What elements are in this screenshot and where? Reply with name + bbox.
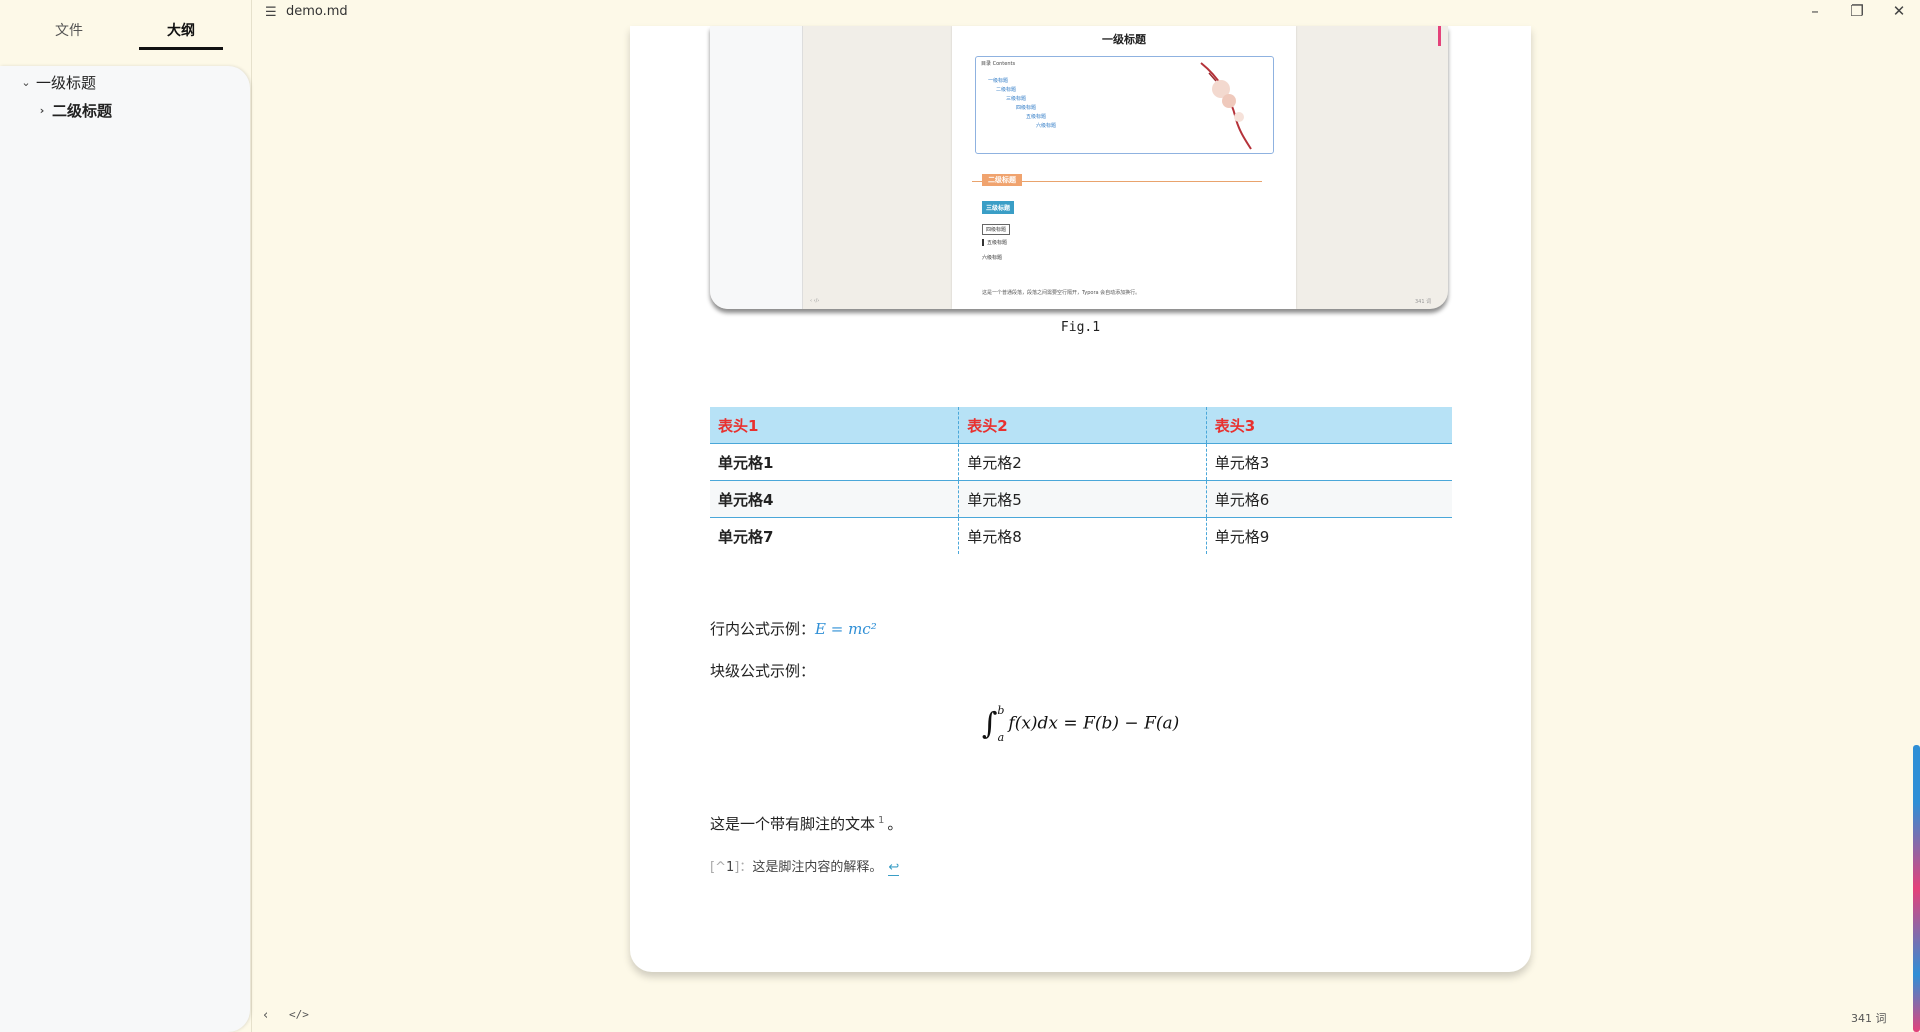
editor-page[interactable]: 一级标题 目录 Contents 一级标题 二级标题 三级标题 四级标题 五级标… <box>630 26 1531 972</box>
figure-caption: Fig.1 <box>1060 320 1101 335</box>
figure-h1: 一级标题 <box>1102 33 1146 46</box>
maximize-button[interactable]: ❐ <box>1845 2 1869 20</box>
figure-h3: 三级标题 <box>982 201 1015 214</box>
block-formula[interactable]: ∫ b a f(x)dx = F(b) − F(a) <box>630 704 1531 744</box>
figure-status-right: 341 词 <box>1415 299 1432 305</box>
table-header-cell[interactable]: 表头1 <box>710 407 959 444</box>
minimize-button[interactable]: – <box>1803 2 1827 20</box>
footnote-text: 这是一个带有脚注的文本 <box>710 815 876 833</box>
footnote-reference[interactable]: 1 <box>878 815 884 826</box>
footnote-definition[interactable]: [^1]：这是脚注内容的解释。 ↩ <box>710 856 900 876</box>
figure-sidebar <box>710 26 803 309</box>
figure-scroll-indicator <box>1438 26 1441 46</box>
figure-h4: 四级标题 <box>982 224 1011 235</box>
tab-outline[interactable]: 大纲 <box>139 20 223 40</box>
figure-h6: 六级标题 <box>982 255 1003 261</box>
figure-toc: 目录 Contents 一级标题 二级标题 三级标题 四级标题 五级标题 六级标… <box>975 56 1274 154</box>
table-header-cell[interactable]: 表头3 <box>1205 407 1452 444</box>
table-cell[interactable]: 单元格6 <box>1205 480 1452 518</box>
inline-formula-label: 行内公式示例： <box>710 620 816 638</box>
outline-item-h1[interactable]: ⌄ 一级标题 <box>20 72 96 93</box>
data-table[interactable]: 表头1 表头2 表头3 单元格1 单元格2 单元格3 单元格4 单元格5 单元格… <box>710 407 1452 554</box>
footnote-punctuation: 。 <box>887 815 903 833</box>
figure-h2: 二级标题 <box>982 174 1022 186</box>
figure-toc-item: 二级标题 <box>996 87 1017 93</box>
outline-item-label: 一级标题 <box>36 74 97 92</box>
table-header-row: 表头1 表头2 表头3 <box>710 407 1452 444</box>
embedded-screenshot: 一级标题 目录 Contents 一级标题 二级标题 三级标题 四级标题 五级标… <box>710 26 1448 309</box>
word-count[interactable]: 341 词 <box>1851 1010 1887 1026</box>
footnote-backlink-icon[interactable]: ↩ <box>888 860 900 876</box>
integral-limits: ba <box>997 704 1004 744</box>
figure-toc-item: 五级标题 <box>1026 114 1047 120</box>
back-arrow-icon[interactable]: ‹ <box>263 1008 268 1023</box>
source-code-icon[interactable]: </> <box>289 1008 309 1021</box>
close-button[interactable]: ✕ <box>1887 2 1911 20</box>
figure-toc-item: 一级标题 <box>988 78 1009 84</box>
table-cell[interactable]: 单元格8 <box>958 517 1207 554</box>
table-cell[interactable]: 单元格7 <box>710 518 959 555</box>
chevron-right-icon[interactable]: › <box>36 104 48 117</box>
footnote-paragraph[interactable]: 这是一个带有脚注的文本 1。 <box>710 813 902 834</box>
figure-toc-item: 四级标题 <box>1016 105 1037 111</box>
table-cell[interactable]: 单元格5 <box>958 480 1207 518</box>
figure-toc-title: 目录 Contents <box>981 61 1016 67</box>
figure-toc-item: 三级标题 <box>1006 96 1027 102</box>
footnote-bracket-close: ]： <box>734 860 753 875</box>
figure-h5: 五级标题 <box>982 239 1007 246</box>
footnote-definition-text: 这是脚注内容的解释。 <box>752 860 883 875</box>
table-row: 单元格1 单元格2 单元格3 <box>710 443 1452 481</box>
table-row: 单元格7 单元格8 单元格9 <box>710 517 1452 555</box>
active-tab-indicator <box>139 47 223 50</box>
title-bar: ☰ demo.md – ❐ ✕ <box>251 0 1920 26</box>
integral-sign: ∫ <box>981 706 998 742</box>
table-cell[interactable]: 单元格1 <box>710 443 959 481</box>
figure-toc-item: 六级标题 <box>1036 123 1057 129</box>
block-formula-label[interactable]: 块级公式示例： <box>710 660 815 681</box>
table-cell[interactable]: 单元格2 <box>958 443 1207 481</box>
window-title: demo.md <box>286 4 348 19</box>
tab-files[interactable]: 文件 <box>27 20 111 40</box>
sidebar: 文件 大纲 ⌄ 一级标题 › 二级标题 <box>0 0 252 1032</box>
footnote-bracket-open: [^ <box>710 860 726 875</box>
table-cell[interactable]: 单元格4 <box>710 480 959 518</box>
inline-formula-paragraph[interactable]: 行内公式示例：E = mc² <box>710 618 877 639</box>
table-cell[interactable]: 单元格3 <box>1205 443 1452 481</box>
outline-item-h2[interactable]: › 二级标题 <box>36 100 112 121</box>
chevron-down-icon[interactable]: ⌄ <box>20 76 32 89</box>
footnote-number: 1 <box>725 860 735 875</box>
sidebar-tabs: 文件 大纲 <box>0 0 251 52</box>
table-cell[interactable]: 单元格9 <box>1205 517 1452 554</box>
outline-item-label: 二级标题 <box>52 102 113 120</box>
integral-lower-limit: a <box>997 731 1005 745</box>
flower-decoration-icon <box>1200 62 1252 150</box>
outline-panel <box>0 66 250 1032</box>
formula-body: f(x)dx = F(b) − F(a) <box>1008 713 1180 734</box>
table-header-cell[interactable]: 表头2 <box>958 407 1207 444</box>
figure-document: 一级标题 目录 Contents 一级标题 二级标题 三级标题 四级标题 五级标… <box>952 26 1296 309</box>
table-row: 单元格4 单元格5 单元格6 <box>710 480 1452 518</box>
integral-upper-limit: b <box>997 704 1005 717</box>
figure-paragraph: 这是一个普通段落，段落之间需要空行隔开，Typora 会自动添加换行。 <box>982 290 1141 296</box>
inline-formula[interactable]: E = mc² <box>815 620 877 638</box>
figure-status-left: ‹ ‹/› <box>810 298 820 304</box>
scrollbar-thumb[interactable] <box>1913 745 1920 1032</box>
menu-icon[interactable]: ☰ <box>265 5 277 20</box>
